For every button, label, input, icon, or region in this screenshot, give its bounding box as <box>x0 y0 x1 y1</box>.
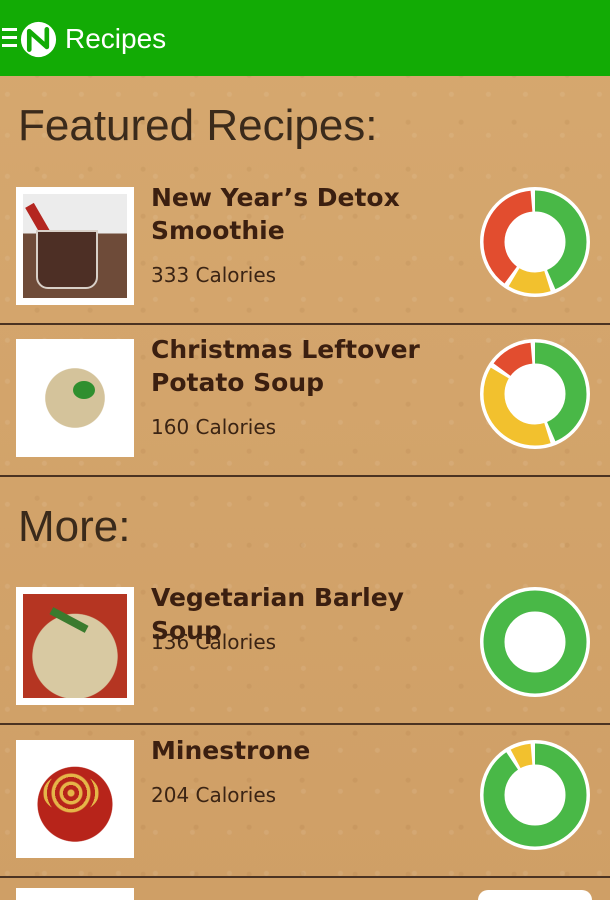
macro-ring <box>480 339 590 449</box>
app-title: Recipes <box>65 23 167 54</box>
app-bar: Recipes <box>0 0 610 76</box>
recipe-thumbnail[interactable] <box>16 740 134 858</box>
recipe-row[interactable]: New Year’s Detox Smoothie 333 Calories <box>0 173 610 325</box>
recipe-calories: 333 Calories <box>151 263 277 287</box>
macro-ring <box>480 740 590 850</box>
recipe-thumbnail[interactable] <box>16 187 134 305</box>
macro-ring-center <box>505 212 565 272</box>
recipe-row[interactable]: Christmas Leftover Potato Soup 160 Calor… <box>0 325 610 477</box>
macro-ring <box>480 187 590 297</box>
menu-icon[interactable] <box>2 28 17 50</box>
recipe-calories: 160 Calories <box>151 415 277 439</box>
more-section-title: More: <box>18 502 131 551</box>
app-logo-icon[interactable] <box>20 21 57 58</box>
featured-section-title: Featured Recipes: <box>18 101 378 150</box>
recipe-name[interactable]: New Year’s Detox Smoothie <box>151 181 471 247</box>
macro-ring <box>480 587 590 697</box>
recipe-name[interactable]: Minestrone <box>151 734 471 767</box>
macro-ring-center <box>505 765 565 825</box>
partial-macro-ring <box>478 890 592 900</box>
recipe-calories: 136 Calories <box>151 630 277 654</box>
partial-recipe-thumbnail <box>16 888 134 900</box>
recipe-thumbnail[interactable] <box>16 587 134 705</box>
recipe-thumbnail[interactable] <box>16 339 134 457</box>
recipe-calories: 204 Calories <box>151 783 277 807</box>
recipe-name[interactable]: Christmas Leftover Potato Soup <box>151 333 471 399</box>
recipe-row[interactable]: Minestrone 204 Calories <box>0 726 610 878</box>
macro-ring-center <box>505 364 565 424</box>
macro-ring-center <box>505 612 565 672</box>
recipe-row[interactable]: Vegetarian Barley Soup 136 Calories <box>0 573 610 725</box>
